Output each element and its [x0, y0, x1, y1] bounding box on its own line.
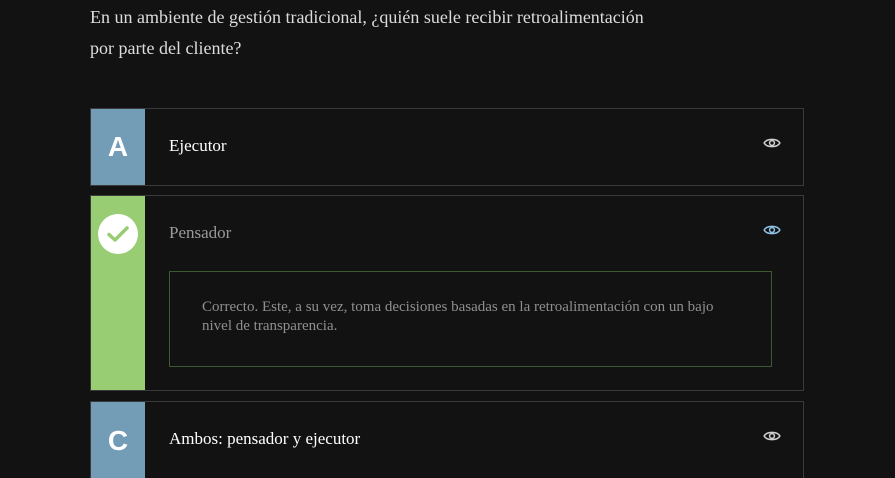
feedback-box: Correcto. Este, a su vez, toma decisione…	[169, 271, 772, 367]
eye-icon[interactable]	[763, 136, 781, 150]
option-letter-a: A	[107, 131, 129, 162]
eye-icon[interactable]	[763, 223, 781, 237]
option-badge-b	[91, 196, 145, 390]
answer-option-a[interactable]: A Ejecutor	[90, 108, 804, 186]
check-icon	[98, 214, 138, 254]
option-badge-a: A	[91, 109, 145, 185]
option-label-a: Ejecutor	[169, 136, 227, 155]
option-badge-c: C	[91, 402, 145, 478]
option-letter-c: C	[107, 425, 129, 456]
option-label-c: Ambos: pensador y ejecutor	[169, 429, 361, 448]
question-line-2: por parte del cliente?	[90, 38, 242, 58]
answer-option-c[interactable]: C Ambos: pensador y ejecutor	[90, 401, 804, 478]
answer-option-b[interactable]: Pensador Correcto. Este, a su vez, toma …	[90, 195, 804, 391]
eye-icon[interactable]	[763, 429, 781, 443]
question-line-1: En un ambiente de gestión tradicional, ¿…	[90, 7, 644, 27]
question-text: En un ambiente de gestión tradicional, ¿…	[90, 2, 750, 64]
feedback-text: Correcto. Este, a su vez, toma decisione…	[202, 299, 714, 334]
option-label-b: Pensador	[169, 223, 232, 242]
